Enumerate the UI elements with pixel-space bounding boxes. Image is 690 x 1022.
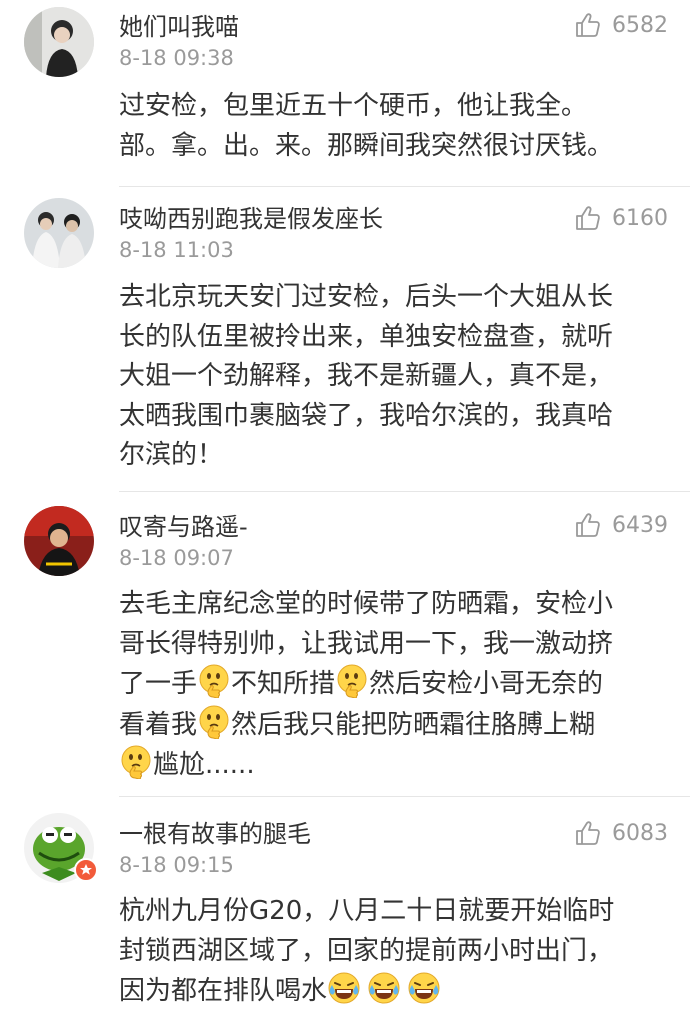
comment-line: 去毛主席纪念堂的时候带了防晒霜，安检小 [119, 589, 614, 619]
comment-line: 杭州九月份G20，八月二十日就要开始临时 [119, 896, 615, 926]
verified-badge-icon [74, 858, 98, 882]
thinking-emoji-icon [197, 705, 231, 739]
laugh-cry-emoji-icon [327, 971, 361, 1005]
comment-line: 太晒我围巾裹脑袋了，我哈尔滨的，我真哈 [119, 400, 614, 431]
thinking-emoji-icon [119, 745, 153, 779]
like-count: 6582 [612, 12, 668, 38]
divider [119, 186, 690, 187]
comment-text: 过安检，包里近五十个硬币，他让我全。 部。拿。出。来。那瞬间我突然很讨厌钱。 [119, 87, 659, 166]
comment-segment: 尴尬...... [153, 750, 255, 780]
comment-text: 去毛主席纪念堂的时候带了防晒霜，安检小 哥长得特别帅，让我试用一下，我一激动挤 … [119, 585, 659, 786]
thinking-emoji-icon [335, 664, 369, 698]
comment-segment: 了一手 [119, 669, 198, 699]
like-button[interactable]: 6160 [574, 204, 668, 232]
comment-line: 尔滨的！ [119, 440, 224, 470]
timestamp: 8-18 09:38 [119, 46, 234, 70]
like-count: 6160 [612, 205, 668, 231]
comment-segment: 然后安检小哥无奈的 [369, 669, 604, 699]
laugh-cry-emoji-icon [407, 971, 441, 1005]
comment-text: 杭州九月份G20，八月二十日就要开始临时 封锁西湖区域了，回家的提前两小时出门，… [119, 892, 659, 1012]
comment-line: 看着我 然后我只能把防晒霜往胳膊上糊 [119, 705, 659, 746]
comment-line: 长的队伍里被拎出来，单独安检盘查，就听 [119, 321, 614, 352]
divider [119, 796, 690, 797]
laugh-cry-emoji-icon [367, 971, 401, 1005]
avatar[interactable] [24, 198, 94, 268]
username[interactable]: 叹寄与路遥- [119, 512, 248, 542]
timestamp: 8-18 09:15 [119, 853, 234, 877]
thumbs-up-icon [574, 511, 602, 539]
comment-text: 去北京玩天安门过安检，后头一个大姐从长 长的队伍里被拎出来，单独安检盘查，就听 … [119, 278, 659, 476]
comment-segment: 因为都在排队喝水 [119, 976, 328, 1006]
thinking-emoji-icon [197, 664, 231, 698]
comment-line: 因为都在排队喝水 [119, 971, 659, 1012]
comment-line: 部。拿。出。来。那瞬间我突然很讨厌钱。 [119, 130, 614, 161]
comment-line: 哥长得特别帅，让我试用一下，我一激动挤 [119, 628, 614, 659]
avatar[interactable] [24, 7, 94, 77]
comment-line: 大姐一个劲解释，我不是新疆人，真不是， [119, 361, 614, 391]
comment-line: 去北京玩天安门过安检，后头一个大姐从长 [119, 282, 614, 312]
username[interactable]: 一根有故事的腿毛 [119, 819, 311, 849]
username[interactable]: 她们叫我喵 [119, 12, 239, 42]
like-button[interactable]: 6582 [574, 11, 668, 39]
thumbs-up-icon [574, 204, 602, 232]
comment-segment: 不知所措 [231, 669, 336, 699]
comment-segment: 然后我只能把防晒霜往胳膊上糊 [231, 709, 596, 740]
like-button[interactable]: 6439 [574, 511, 668, 539]
avatar[interactable] [24, 506, 94, 576]
comment-segment: 看着我 [119, 709, 198, 740]
timestamp: 8-18 09:07 [119, 546, 234, 570]
comment-line: 了一手 不知所措 然后安检小哥无奈的 [119, 664, 659, 705]
thumbs-up-icon [574, 819, 602, 847]
comment-line: 尴尬...... [119, 745, 659, 786]
divider [119, 491, 690, 492]
like-count: 6439 [612, 512, 668, 538]
like-count: 6083 [612, 820, 668, 846]
like-button[interactable]: 6083 [574, 819, 668, 847]
thumbs-up-icon [574, 11, 602, 39]
username[interactable]: 吱呦西别跑我是假发座长 [119, 204, 383, 234]
comment-line: 封锁西湖区域了，回家的提前两小时出门， [119, 935, 614, 966]
comment-line: 过安检，包里近五十个硬币，他让我全。 [119, 91, 588, 121]
timestamp: 8-18 11:03 [119, 238, 234, 262]
